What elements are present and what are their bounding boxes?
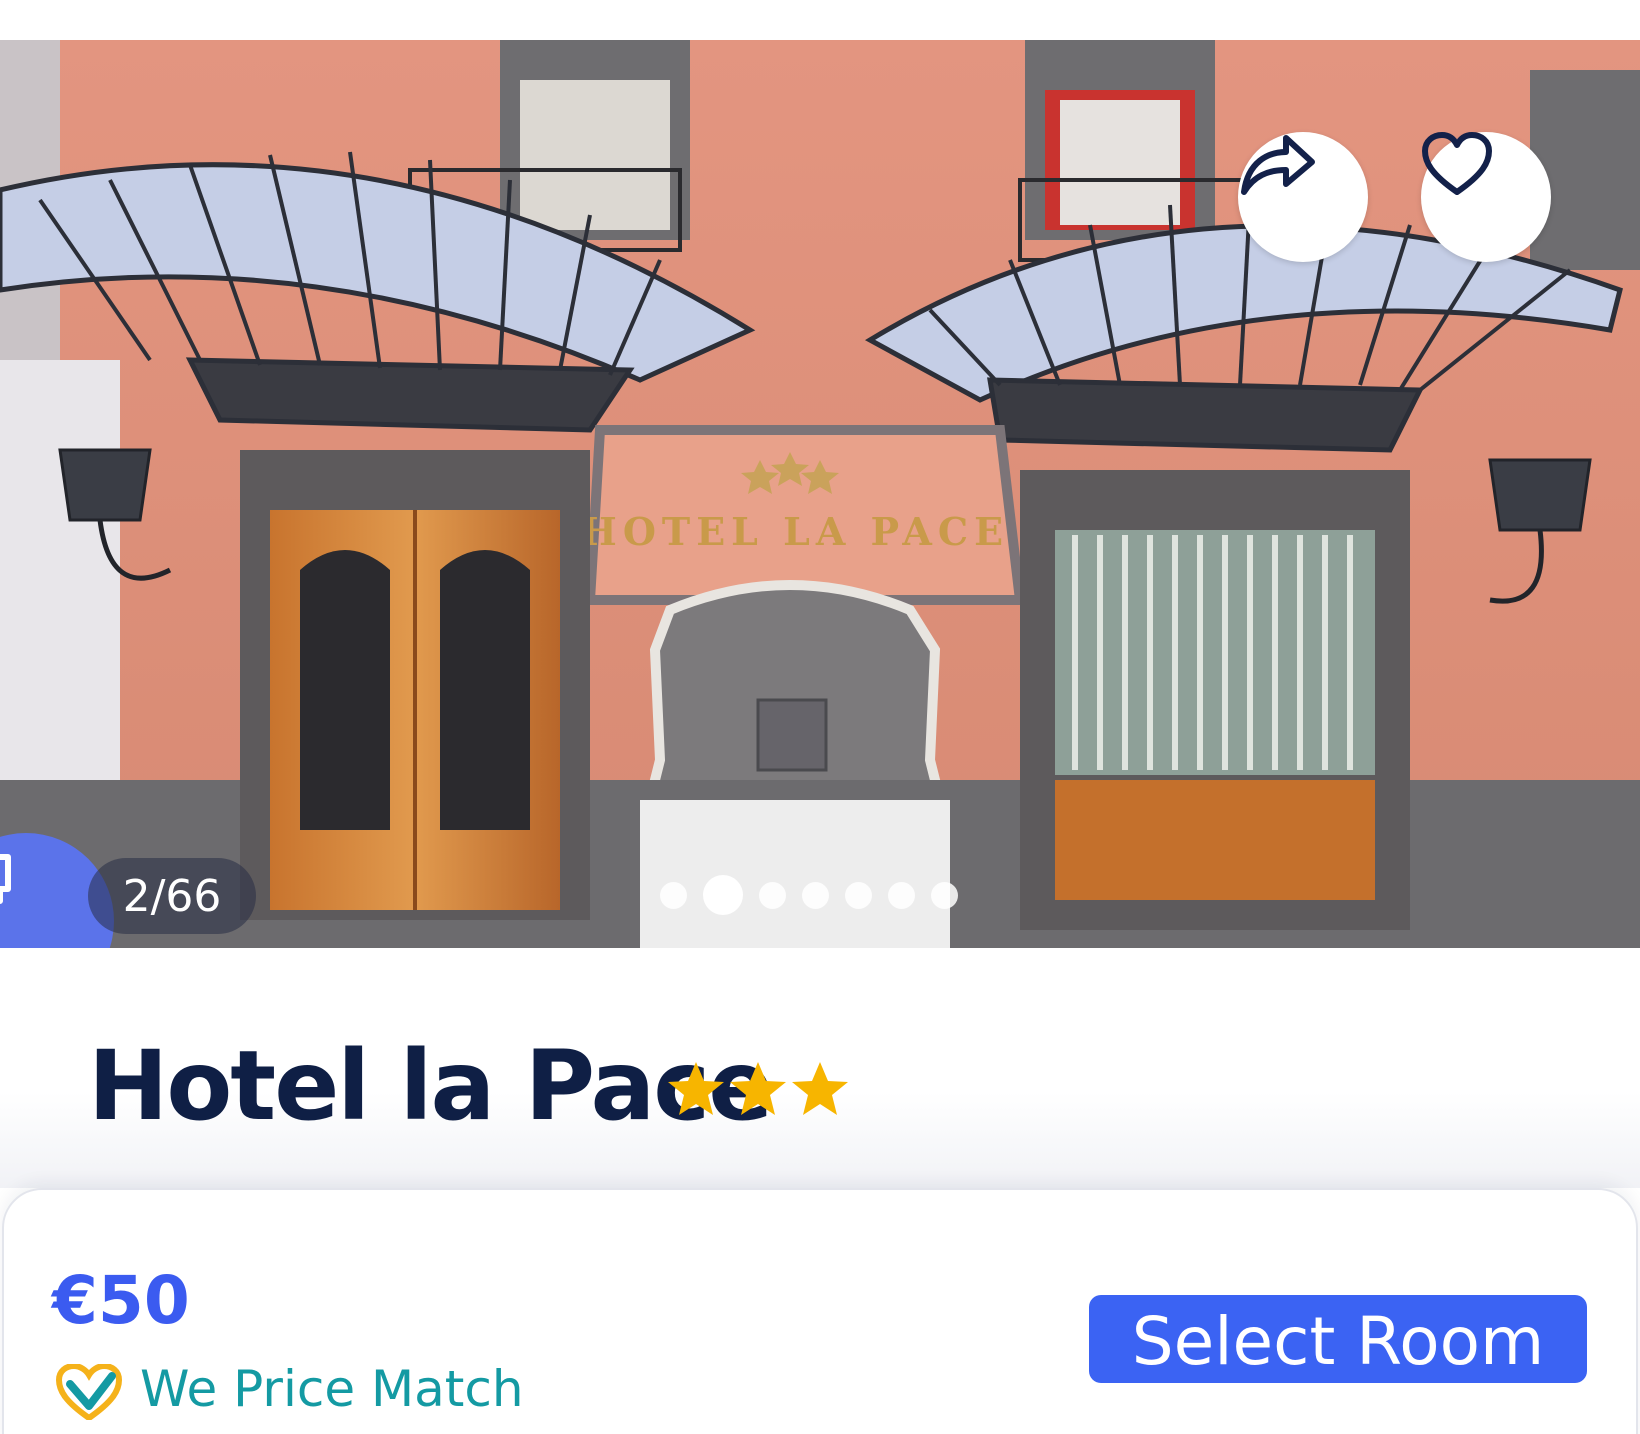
carousel-dot[interactable]: [931, 881, 958, 909]
carousel-dot[interactable]: [888, 881, 915, 909]
carousel-indicator: [660, 875, 958, 915]
price-value: €50: [52, 1262, 190, 1339]
carousel-dot[interactable]: [802, 881, 829, 909]
top-bar: [0, 0, 1640, 40]
favorite-button[interactable]: [1421, 132, 1551, 262]
heart-check-icon: [56, 1364, 122, 1420]
heart-outline-icon: [1422, 132, 1492, 195]
star-icon: [668, 1062, 724, 1115]
carousel-dot[interactable]: [660, 881, 687, 909]
hotel-sign-text: HOTEL LA PACE: [581, 509, 1009, 554]
photo-counter: 2/66: [88, 858, 256, 934]
price-match-label[interactable]: We Price Match: [140, 1360, 524, 1418]
share-button[interactable]: [1238, 132, 1368, 262]
carousel-dot[interactable]: [845, 881, 872, 909]
star-icon: [730, 1062, 786, 1115]
chat-bubbles-icon: [0, 854, 11, 904]
select-room-button[interactable]: Select Room: [1089, 1295, 1587, 1383]
star-rating: [666, 1060, 850, 1118]
photo-gallery[interactable]: HOTEL LA PACE 2/66: [0, 40, 1640, 948]
star-icon: [792, 1062, 848, 1115]
hotel-facade-photo: HOTEL LA PACE: [0, 40, 1640, 948]
share-arrow-icon: [1241, 135, 1315, 195]
carousel-dot-active[interactable]: [703, 875, 743, 915]
carousel-dot[interactable]: [759, 881, 786, 909]
